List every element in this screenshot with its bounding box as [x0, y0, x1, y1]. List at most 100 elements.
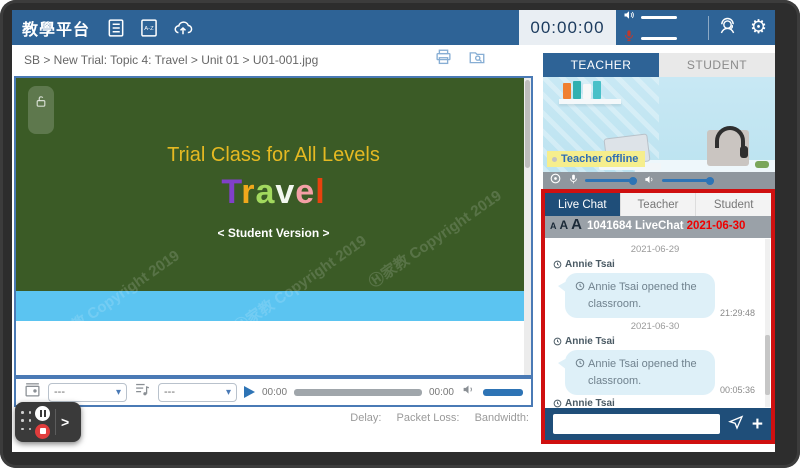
pause-button[interactable] [35, 405, 50, 421]
rec-divider [55, 409, 56, 435]
chevron-down-icon: ▾ [225, 386, 231, 398]
lesson-materials-icon[interactable] [106, 18, 126, 38]
player-speaker-icon[interactable] [461, 383, 476, 401]
speaker-icon[interactable] [622, 10, 636, 26]
recording-control-panel: > [15, 402, 81, 442]
packet-loss-label: Packet Loss: [396, 412, 460, 424]
add-attachment-icon[interactable]: + [752, 415, 763, 434]
font-size-medium-button[interactable]: A [560, 218, 569, 232]
seek-bar[interactable] [294, 388, 422, 396]
clock-icon [553, 399, 562, 408]
slide-blue-band [16, 291, 531, 321]
class-timer: 00:00:00 [518, 10, 616, 45]
elapsed-time: 00:00 [262, 386, 288, 398]
mic-volume-slider[interactable] [640, 36, 677, 40]
player-volume-bar[interactable] [483, 388, 523, 396]
offline-dot-icon [552, 156, 557, 162]
image-browser-icon[interactable] [467, 48, 487, 71]
slide-word-travel: Travel [16, 173, 531, 212]
headset-illustration [715, 126, 745, 148]
chat-sender-name: Annie Tsai [553, 398, 757, 408]
chat-date-divider: 2021-06-30 [630, 321, 680, 332]
book-illustration [583, 84, 591, 99]
clock-icon [553, 260, 562, 269]
travel-letter: r [241, 173, 256, 211]
media-browser-icon[interactable] [24, 381, 41, 403]
cloud-upload-icon[interactable] [172, 18, 194, 38]
headset-earcup-illustration [740, 146, 748, 158]
chat-sender-name: Annie Tsai [553, 259, 757, 270]
expand-chevron-icon[interactable]: > [61, 414, 69, 430]
media-player-bar: --- ▾ --- ▾ 00:00 00:00 [14, 377, 533, 407]
plant-illustration [755, 161, 769, 168]
tab-teacher-video[interactable]: TEACHER [543, 53, 659, 77]
chat-bubble: Annie Tsai opened the classroom. [558, 273, 715, 318]
video-tabs: TEACHER STUDENT [543, 53, 775, 77]
tab-live-chat[interactable]: Live Chat [545, 193, 620, 216]
video-mic-icon[interactable] [568, 172, 579, 190]
window-frame: 教學平台 A-Z 00:00:00 ⚙ SB > New Trial: Topi… [0, 0, 800, 468]
topbar-divider [707, 15, 709, 40]
travel-letter: a [255, 173, 276, 211]
slide-title: Trial Class for All Levels [167, 144, 380, 166]
tab-chat-teacher[interactable]: Teacher [619, 193, 696, 216]
chat-message-row: Annie Tsai opened the classroom. 21:29:4… [553, 273, 757, 318]
live-chat-panel: Live Chat Teacher Student A A A 1041684 … [541, 189, 775, 444]
clock-icon [575, 358, 585, 368]
tab-chat-student[interactable]: Student [695, 193, 772, 216]
chat-timestamp: 21:29:48 [720, 308, 756, 318]
font-size-large-button[interactable]: A [571, 216, 582, 233]
camera-icon[interactable] [549, 172, 562, 190]
chat-message-list[interactable]: 2021-06-29 Annie Tsai Annie Tsai opened … [545, 238, 771, 408]
playlist-icon[interactable] [134, 381, 151, 403]
chat-message-row: Annie Tsai opened the classroom. 00:05:3… [553, 350, 757, 395]
play-button[interactable] [244, 386, 255, 398]
chat-bubble: Annie Tsai opened the classroom. [558, 350, 715, 395]
travel-letter: v [275, 173, 296, 211]
book-illustration [563, 83, 571, 99]
book-illustration [573, 81, 581, 99]
whiteboard-canvas[interactable]: Trial Class for All Levels Travel < Stud… [14, 76, 533, 377]
chat-sender-name: Annie Tsai [553, 336, 757, 347]
settings-gear-icon[interactable]: ⚙ [750, 18, 767, 37]
video-speaker-icon[interactable] [643, 172, 656, 190]
video-speaker-slider[interactable] [662, 176, 714, 185]
svg-text:A-Z: A-Z [144, 26, 154, 32]
travel-letter: l [315, 173, 326, 211]
book-illustration [593, 81, 601, 99]
video-mic-slider[interactable] [585, 176, 637, 185]
canvas-scrollbar[interactable] [524, 78, 531, 375]
chat-tabs: Live Chat Teacher Student [545, 193, 772, 216]
drag-handle[interactable] [21, 411, 33, 433]
chat-message-input[interactable] [553, 414, 720, 434]
media-select[interactable]: --- ▾ [48, 382, 127, 402]
support-agent-icon[interactable] [717, 15, 738, 41]
network-status-bar: Delay: Packet Loss: Bandwidth: [14, 412, 533, 424]
total-time: 00:00 [428, 386, 454, 398]
breadcrumb[interactable]: SB > New Trial: Topic 4: Travel > Unit 0… [24, 53, 318, 67]
speaker-volume-slider[interactable] [640, 15, 677, 19]
audio-controls [616, 10, 700, 45]
travel-letter: T [221, 173, 242, 211]
chat-date-label: 2021-06-30 [686, 220, 746, 232]
stop-record-button[interactable] [35, 423, 50, 439]
print-icon[interactable] [434, 48, 453, 71]
dictionary-icon[interactable]: A-Z [139, 18, 159, 38]
send-icon[interactable] [727, 414, 744, 435]
chat-scrollbar[interactable] [765, 239, 770, 407]
font-size-small-button[interactable]: A [550, 221, 557, 231]
chat-timestamp: 00:05:36 [720, 385, 756, 395]
top-bar: 教學平台 A-Z 00:00:00 ⚙ [12, 10, 775, 45]
delay-label: Delay: [350, 412, 382, 424]
lock-button[interactable] [28, 86, 54, 134]
audio-select[interactable]: --- ▾ [158, 382, 237, 402]
slide-subtitle: < Student Version > [217, 226, 330, 240]
chat-date-divider: 2021-06-29 [630, 244, 680, 255]
clock-icon [553, 337, 562, 346]
shelf-illustration [559, 99, 621, 104]
teacher-offline-badge: Teacher offline [547, 151, 646, 167]
tab-student-video[interactable]: STUDENT [659, 53, 775, 77]
chat-header: A A A 1041684 LiveChat 2021-06-30 [545, 216, 771, 238]
chat-input-bar: + [545, 408, 771, 440]
chevron-down-icon: ▾ [115, 386, 121, 398]
